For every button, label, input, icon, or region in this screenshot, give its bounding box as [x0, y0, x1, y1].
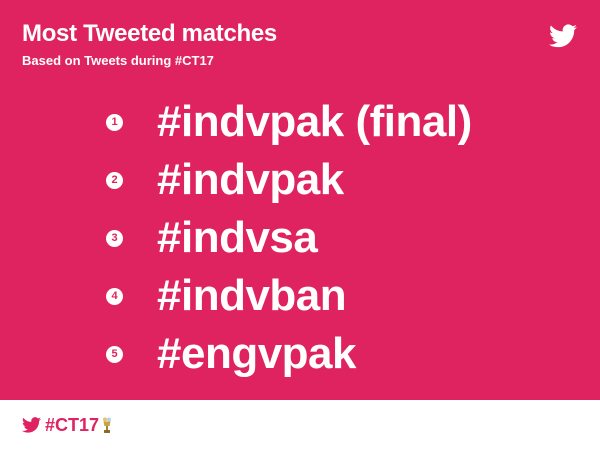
twitter-bird-icon [549, 24, 577, 48]
list-item: 4 #indvban [106, 267, 472, 325]
most-tweeted-list: 1 #indvpak (final) 2 #indvpak 3 #indvsa … [106, 93, 472, 383]
list-item: 1 #indvpak (final) [106, 93, 472, 151]
list-item: 5 #engvpak [106, 325, 472, 383]
page-subtitle: Based on Tweets during #CT17 [22, 53, 214, 68]
rank-badge: 3 [106, 229, 123, 247]
tweet-card: Most Tweeted matches Based on Tweets dur… [0, 0, 600, 450]
match-hashtag: #indvsa [157, 213, 318, 262]
rank-badge: 2 [106, 171, 123, 189]
page-title: Most Tweeted matches [22, 20, 277, 47]
match-hashtag: #indvban [157, 271, 347, 320]
rank-badge: 5 [106, 345, 123, 363]
match-hashtag: #indvpak [157, 155, 344, 204]
list-item: 3 #indvsa [106, 209, 472, 267]
rank-badge: 1 [106, 113, 123, 131]
twitter-bird-icon [22, 417, 41, 433]
footer-hashtag[interactable]: #CT17 [45, 415, 99, 435]
match-hashtag: #engvpak [157, 329, 356, 378]
trophy-emoji-icon [103, 417, 112, 433]
main-panel: Most Tweeted matches Based on Tweets dur… [0, 0, 600, 400]
footer-hashtag-group: #CT17 [22, 415, 112, 435]
match-hashtag: #indvpak (final) [157, 97, 472, 146]
rank-badge: 4 [106, 287, 123, 305]
footer-bar: #CT17 [0, 400, 600, 450]
list-item: 2 #indvpak [106, 151, 472, 209]
